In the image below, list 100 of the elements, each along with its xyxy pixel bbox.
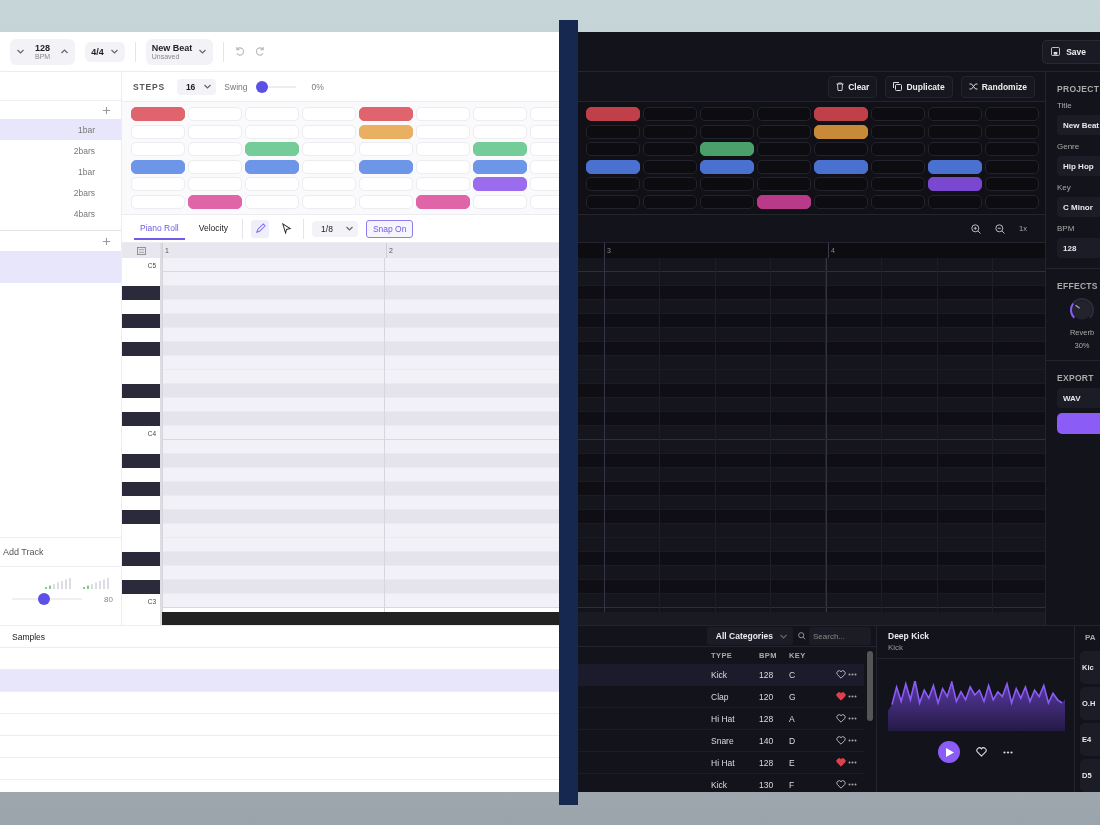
step-cell[interactable] <box>359 124 413 139</box>
step-cell[interactable] <box>814 159 868 174</box>
step-cell[interactable] <box>757 124 811 139</box>
piano-key[interactable] <box>122 342 160 356</box>
heart-icon[interactable] <box>836 736 846 745</box>
input-field[interactable]: New Beat <box>1057 115 1100 135</box>
sample-row[interactable] <box>0 670 560 692</box>
sample-row[interactable]: Clap 120 G <box>578 686 864 708</box>
step-cell[interactable] <box>814 194 868 209</box>
plus-icon[interactable] <box>102 105 111 115</box>
note-lane[interactable] <box>578 552 1045 566</box>
step-cell[interactable] <box>757 177 811 191</box>
step-cell[interactable] <box>586 124 640 139</box>
action-button[interactable]: Duplicate <box>885 75 953 98</box>
slider-thumb[interactable] <box>255 80 268 93</box>
sample-row[interactable]: Kick 128 C <box>578 664 864 686</box>
zoom-out-icon[interactable] <box>995 223 1006 234</box>
scrollbar[interactable] <box>162 612 560 625</box>
step-cell[interactable] <box>871 194 925 209</box>
step-cell[interactable] <box>928 194 982 209</box>
step-cell[interactable] <box>473 177 527 191</box>
piano-key[interactable] <box>122 454 160 468</box>
step-cell[interactable] <box>586 142 640 156</box>
step-cell[interactable] <box>985 124 1039 139</box>
action-button[interactable]: Clear <box>828 75 878 98</box>
input-field[interactable]: Hip Hop <box>1057 156 1100 176</box>
sample-row[interactable]: Hi Hat 128 E <box>578 752 864 774</box>
step-cell[interactable] <box>814 107 868 121</box>
note-lane[interactable] <box>578 384 1045 398</box>
step-cell[interactable] <box>871 124 925 139</box>
more-icon[interactable] <box>848 739 857 742</box>
step-cell[interactable] <box>131 159 185 174</box>
plus-icon[interactable] <box>102 236 111 246</box>
pattern-row[interactable]: 2bars <box>0 182 121 203</box>
format-dropdown[interactable]: WAV <box>1057 388 1100 408</box>
heart-icon[interactable] <box>836 714 846 723</box>
step-cell[interactable] <box>643 124 697 139</box>
step-cell[interactable] <box>643 194 697 209</box>
step-cell[interactable] <box>586 194 640 209</box>
step-cell[interactable] <box>928 124 982 139</box>
scrollbar[interactable] <box>867 651 873 721</box>
piano-key[interactable] <box>122 552 160 566</box>
step-cell[interactable] <box>359 159 413 174</box>
step-cell[interactable] <box>700 107 754 121</box>
redo-icon[interactable] <box>255 46 267 57</box>
note-lane[interactable] <box>578 314 1045 328</box>
zoom-in-icon[interactable] <box>971 223 982 234</box>
sample-row[interactable]: Snare 140 D <box>578 730 864 752</box>
heart-icon[interactable] <box>836 780 846 789</box>
piano-key[interactable] <box>122 286 160 300</box>
more-icon[interactable] <box>1003 750 1013 754</box>
track-row[interactable] <box>0 251 121 283</box>
step-cell[interactable] <box>985 177 1039 191</box>
pattern-row[interactable]: 4bars <box>0 203 121 224</box>
pattern-row[interactable]: 1bar <box>0 161 121 182</box>
export-button[interactable] <box>1057 413 1100 434</box>
add-track-button[interactable]: Add Track <box>0 537 121 567</box>
slider-thumb[interactable] <box>38 593 51 605</box>
note-lane[interactable] <box>578 482 1045 496</box>
step-cell[interactable] <box>586 159 640 174</box>
step-cell[interactable] <box>586 107 640 121</box>
pencil-tool[interactable] <box>251 219 270 238</box>
sample-row[interactable]: Kick 130 F <box>578 774 864 792</box>
samples-tab[interactable]: Samples <box>12 631 46 642</box>
step-cell[interactable] <box>245 142 299 156</box>
scrollbar[interactable] <box>578 612 1045 625</box>
keyboard-icon[interactable] <box>136 246 146 255</box>
step-cell[interactable] <box>643 142 697 156</box>
category-dropdown[interactable]: All Categories <box>706 627 793 645</box>
tab[interactable]: Velocity <box>192 217 235 240</box>
more-icon[interactable] <box>848 673 857 676</box>
step-cell[interactable] <box>757 107 811 121</box>
step-cell[interactable] <box>814 177 868 191</box>
piano-key[interactable] <box>122 580 160 594</box>
more-icon[interactable] <box>848 761 857 764</box>
note-lane[interactable] <box>578 454 1045 468</box>
step-cell[interactable] <box>188 194 242 209</box>
heart-icon[interactable] <box>836 670 846 679</box>
step-cell[interactable] <box>757 194 811 209</box>
step-cell[interactable] <box>473 159 527 174</box>
pattern-row[interactable]: 2bars <box>0 140 121 161</box>
step-cell[interactable] <box>928 159 982 174</box>
grid-dropdown[interactable]: 1/8 <box>312 220 358 237</box>
sample-row[interactable]: Hi Hat 128 A <box>578 708 864 730</box>
step-cell[interactable] <box>985 107 1039 121</box>
step-cell[interactable] <box>871 177 925 191</box>
step-cell[interactable] <box>416 194 470 209</box>
note-lane[interactable] <box>578 510 1045 524</box>
step-cell[interactable] <box>586 177 640 191</box>
step-cell[interactable] <box>700 159 754 174</box>
search-field[interactable]: Search... <box>809 627 871 645</box>
step-cell[interactable] <box>871 107 925 121</box>
piano-key[interactable] <box>122 314 160 328</box>
step-cell[interactable] <box>700 194 754 209</box>
piano-key[interactable] <box>122 384 160 398</box>
steps-dropdown[interactable]: 16 <box>176 78 217 95</box>
step-cell[interactable] <box>700 142 754 156</box>
step-cell[interactable] <box>131 107 185 121</box>
step-cell[interactable] <box>928 107 982 121</box>
step-cell[interactable] <box>985 142 1039 156</box>
